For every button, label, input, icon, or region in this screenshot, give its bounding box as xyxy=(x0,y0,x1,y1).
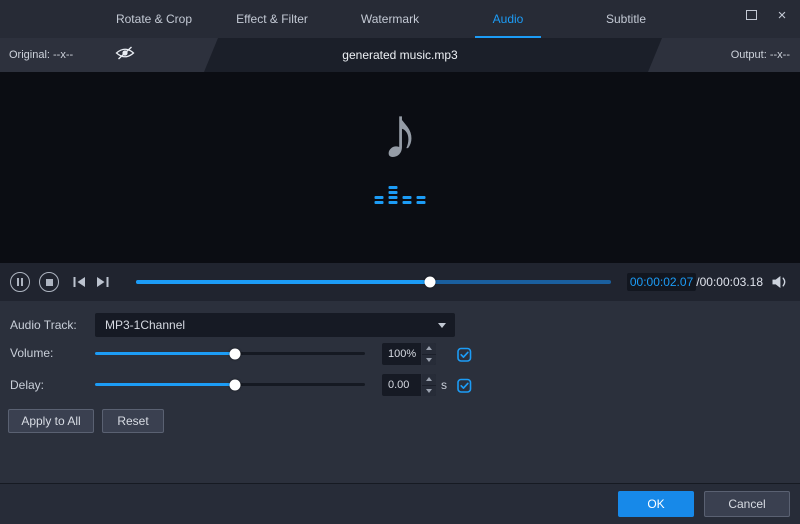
progress-slider[interactable] xyxy=(136,280,611,284)
audio-track-label: Audio Track: xyxy=(10,313,77,337)
audio-settings-panel: Audio Track: MP3-1Channel Volume: 100% D… xyxy=(0,301,800,483)
time-display: 00:00:02.07/00:00:03.18 xyxy=(627,275,763,289)
music-note-icon: ♪ xyxy=(382,90,419,175)
check-square-icon xyxy=(456,346,473,363)
delay-value-spinbox[interactable]: 0.00 xyxy=(382,374,436,396)
tab-bar: Rotate & Crop Effect & Filter Watermark … xyxy=(0,0,800,38)
delay-label: Delay: xyxy=(10,377,44,393)
original-info-segment: Original: --x-- xyxy=(0,38,218,72)
check-square-icon xyxy=(456,377,473,394)
maximize-button[interactable] xyxy=(743,7,759,23)
arrow-down-icon xyxy=(426,358,432,362)
delay-slider-thumb[interactable] xyxy=(230,379,241,390)
tabs: Rotate & Crop Effect & Filter Watermark … xyxy=(95,0,685,38)
skip-back-icon xyxy=(72,276,87,288)
apply-to-all-button[interactable]: Apply to All xyxy=(8,409,94,433)
delay-spin-down-button[interactable] xyxy=(422,386,436,397)
original-resolution-label: Original: --x-- xyxy=(9,49,73,61)
tab-audio[interactable]: Audio xyxy=(449,0,567,38)
speaker-icon xyxy=(771,275,790,289)
apply-delay-to-all-button[interactable] xyxy=(456,377,473,394)
arrow-up-icon xyxy=(426,346,432,350)
previous-frame-button[interactable] xyxy=(72,276,87,288)
eye-slash-icon xyxy=(115,46,135,65)
chevron-down-icon xyxy=(438,323,446,328)
arrow-down-icon xyxy=(426,389,432,393)
tab-watermark[interactable]: Watermark xyxy=(331,0,449,38)
delay-slider[interactable] xyxy=(95,383,365,386)
tab-rotate-crop[interactable]: Rotate & Crop xyxy=(95,0,213,38)
audio-track-dropdown[interactable]: MP3-1Channel xyxy=(95,313,455,337)
total-time: 00:00:03.18 xyxy=(700,275,763,289)
info-bar: generated music.mp3 Original: --x-- Outp… xyxy=(0,38,800,72)
player-bar: 00:00:02.07/00:00:03.18 xyxy=(0,263,800,301)
ok-button[interactable]: OK xyxy=(618,491,694,517)
preview-area: ♪ xyxy=(0,72,800,263)
volume-spin-up-button[interactable] xyxy=(422,343,436,355)
volume-spin-down-button[interactable] xyxy=(422,355,436,366)
tab-effect-filter[interactable]: Effect & Filter xyxy=(213,0,331,38)
volume-slider[interactable] xyxy=(95,352,365,355)
arrow-up-icon xyxy=(426,377,432,381)
volume-label: Volume: xyxy=(10,345,53,361)
current-time: 00:00:02.07 xyxy=(627,273,696,291)
next-frame-button[interactable] xyxy=(95,276,110,288)
volume-value: 100% xyxy=(382,343,421,365)
progress-thumb[interactable] xyxy=(425,277,436,288)
stop-button[interactable] xyxy=(39,272,59,292)
delay-value: 0.00 xyxy=(382,374,421,396)
cancel-button[interactable]: Cancel xyxy=(704,491,790,517)
reset-button[interactable]: Reset xyxy=(102,409,164,433)
output-info-segment: Output: --x-- xyxy=(648,38,800,72)
volume-slider-thumb[interactable] xyxy=(230,348,241,359)
output-resolution-label: Output: --x-- xyxy=(731,49,790,61)
tab-subtitle[interactable]: Subtitle xyxy=(567,0,685,38)
apply-volume-to-all-button[interactable] xyxy=(456,346,473,363)
skip-forward-icon xyxy=(95,276,110,288)
pause-icon xyxy=(17,278,19,286)
audio-editor-window: Rotate & Crop Effect & Filter Watermark … xyxy=(0,0,800,524)
toggle-original-preview-button[interactable] xyxy=(115,46,135,65)
equalizer-icon xyxy=(375,186,426,204)
pause-button[interactable] xyxy=(10,272,30,292)
footer-bar: OK Cancel xyxy=(0,483,800,524)
audio-track-value: MP3-1Channel xyxy=(105,318,185,332)
delay-unit-label: s xyxy=(441,374,447,396)
mute-button[interactable] xyxy=(771,275,790,289)
window-controls: × xyxy=(743,0,790,30)
maximize-icon xyxy=(746,10,757,20)
close-button[interactable]: × xyxy=(774,7,790,23)
progress-fill xyxy=(136,280,430,284)
stop-icon xyxy=(46,279,53,286)
delay-spin-up-button[interactable] xyxy=(422,374,436,386)
volume-value-spinbox[interactable]: 100% xyxy=(382,343,436,365)
